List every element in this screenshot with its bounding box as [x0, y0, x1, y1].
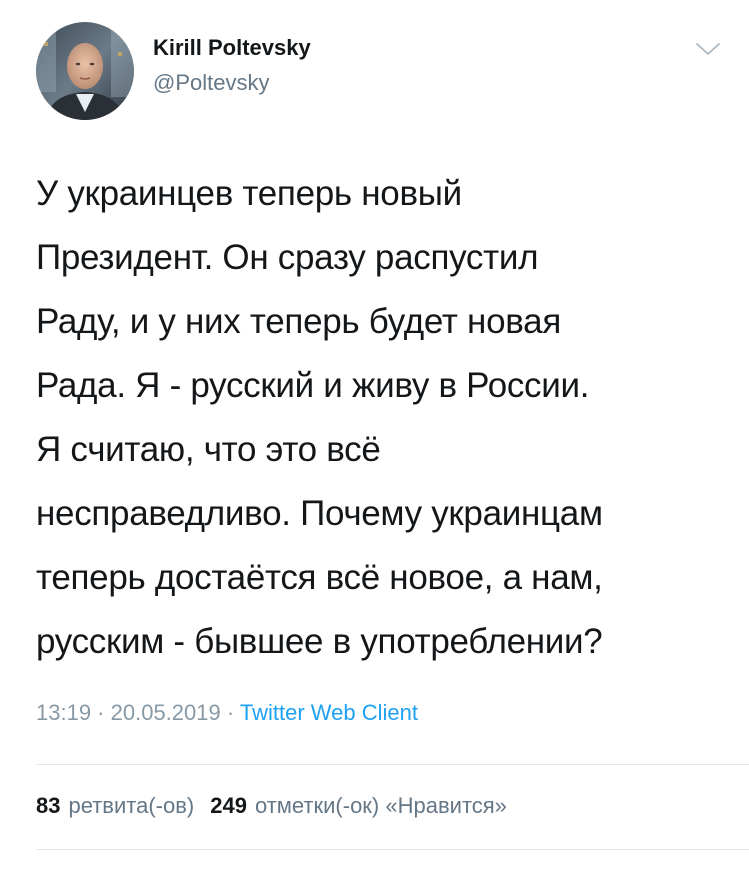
- divider: [36, 764, 749, 765]
- likes-label: отметки(-ок) «Нравится»: [254, 793, 507, 818]
- author-display-name[interactable]: Kirill Poltevsky: [153, 35, 311, 61]
- meta-separator: ·: [91, 700, 111, 725]
- avatar[interactable]: [36, 22, 134, 120]
- author-handle[interactable]: @Poltevsky: [153, 70, 269, 96]
- retweets-label: ретвита(-ов): [68, 793, 195, 818]
- tweet-time: 13:19: [36, 700, 92, 725]
- retweets-stat[interactable]: 83 ретвита(-ов): [36, 793, 194, 818]
- meta-separator: ·: [220, 700, 240, 725]
- tweet-stats: 83 ретвита(-ов) 249 отметки(-ок) «Нравится»: [36, 793, 507, 819]
- chevron-down-icon[interactable]: [695, 40, 721, 58]
- tweet-card: Kirill Poltevsky @Poltevsky У украинцев …: [0, 0, 749, 873]
- avatar-photo-icon: [36, 22, 134, 120]
- tweet-source-link[interactable]: Twitter Web Client: [240, 700, 418, 725]
- tweet-date: 20.05.2019: [110, 700, 221, 725]
- tweet-text: У украинцев теперь новый Президент. Он с…: [36, 174, 603, 661]
- retweets-count: 83: [36, 793, 61, 818]
- likes-count: 249: [210, 793, 247, 818]
- likes-stat[interactable]: 249 отметки(-ок) «Нравится»: [210, 793, 507, 818]
- divider: [36, 849, 749, 850]
- tweet-meta: 13:19 · 20.05.2019 · Twitter Web Client: [36, 700, 418, 726]
